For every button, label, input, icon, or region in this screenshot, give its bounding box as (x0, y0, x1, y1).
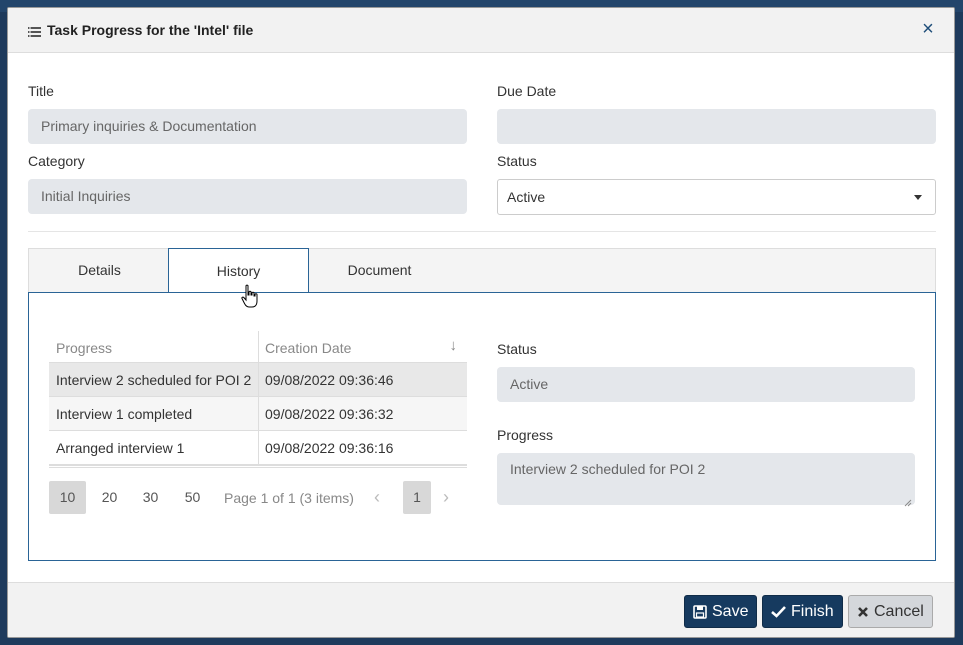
tab-details[interactable]: Details (29, 248, 170, 293)
category-field[interactable]: Initial Inquiries (28, 179, 467, 214)
status-label: Status (497, 153, 537, 169)
page-size-30[interactable]: 30 (132, 481, 169, 514)
close-icon[interactable]: × (916, 17, 940, 41)
caret-down-icon (914, 195, 922, 200)
modal-header: Task Progress for the 'Intel' file × (8, 8, 954, 53)
row-progress: Interview 2 scheduled for POI 2 (56, 372, 252, 388)
modal-title-text: Task Progress for the 'Intel' file (47, 22, 254, 38)
form-divider (28, 231, 936, 232)
detail-status-label: Status (497, 341, 537, 357)
pager: 10 20 30 50 Page 1 of 1 (3 items) ‹ 1 › (49, 481, 467, 515)
check-icon (771, 606, 786, 618)
due-date-label: Due Date (497, 83, 557, 99)
finish-button-label: Finish (791, 603, 834, 620)
grid-footer-line (49, 465, 467, 468)
cancel-button-label: Cancel (874, 603, 924, 620)
table-row[interactable]: Interview 1 completed 09/08/2022 09:36:3… (49, 397, 467, 431)
row-date: 09/08/2022 09:36:46 (265, 372, 394, 388)
save-button[interactable]: Save (684, 595, 758, 628)
save-button-label: Save (712, 603, 749, 620)
page-number-1[interactable]: 1 (403, 481, 431, 514)
row-progress: Interview 1 completed (56, 406, 193, 422)
column-header-progress[interactable]: Progress (56, 340, 112, 356)
resize-grip-icon[interactable] (904, 494, 912, 507)
times-icon (858, 606, 868, 617)
title-field[interactable]: Primary inquiries & Documentation (28, 109, 467, 144)
due-date-field[interactable] (497, 109, 936, 144)
page-size-50[interactable]: 50 (174, 481, 211, 514)
modal-footer: Save Finish Cancel (8, 582, 954, 637)
detail-progress-text: Interview 2 scheduled for POI 2 (510, 461, 706, 477)
page-size-10[interactable]: 10 (49, 481, 86, 514)
category-label: Category (28, 153, 85, 169)
chevron-right-icon[interactable]: › (443, 487, 449, 508)
history-tab-panel: Progress Creation Date ↓ Interview 2 sch… (28, 292, 936, 561)
detail-progress-textarea[interactable]: Interview 2 scheduled for POI 2 (497, 453, 915, 507)
tab-bar: Details History Document (28, 248, 936, 294)
page-info: Page 1 of 1 (3 items) (224, 490, 354, 506)
status-select-value: Active (507, 189, 546, 205)
save-icon (693, 604, 707, 619)
finish-button[interactable]: Finish (762, 595, 843, 628)
row-date: 09/08/2022 09:36:16 (265, 440, 394, 456)
table-row[interactable]: Interview 2 scheduled for POI 2 09/08/20… (49, 363, 467, 397)
table-row[interactable]: Arranged interview 1 09/08/2022 09:36:16 (49, 431, 467, 465)
sort-descending-icon[interactable]: ↓ (450, 337, 458, 354)
cancel-button[interactable]: Cancel (848, 595, 933, 628)
status-select[interactable]: Active (497, 179, 936, 215)
grid-header: Progress Creation Date ↓ (49, 331, 467, 363)
tab-document[interactable]: Document (309, 248, 450, 293)
tab-history[interactable]: History (168, 248, 309, 294)
column-header-creation-date[interactable]: Creation Date (265, 340, 351, 356)
title-label: Title (28, 83, 54, 99)
row-progress: Arranged interview 1 (56, 440, 185, 456)
chevron-left-icon[interactable]: ‹ (374, 487, 380, 508)
history-grid: Progress Creation Date ↓ Interview 2 sch… (49, 331, 467, 468)
page-size-20[interactable]: 20 (91, 481, 128, 514)
task-progress-modal: Task Progress for the 'Intel' file × Tit… (7, 7, 955, 638)
detail-progress-label: Progress (497, 427, 554, 443)
row-date: 09/08/2022 09:36:32 (265, 406, 394, 422)
hand-cursor-icon (240, 284, 260, 310)
modal-title: Task Progress for the 'Intel' file (28, 22, 253, 38)
detail-status-field[interactable]: Active (497, 367, 915, 402)
list-icon (28, 25, 41, 37)
